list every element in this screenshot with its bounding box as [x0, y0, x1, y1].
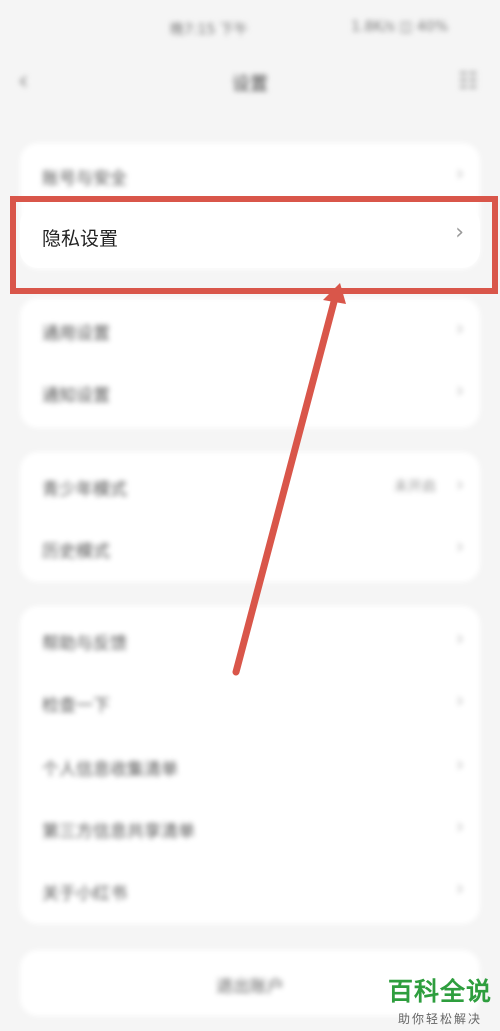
row-label: 帮助与反馈 [42, 634, 127, 654]
settings-row-help[interactable]: 帮助与反馈 › [20, 610, 480, 670]
chevron-right-icon: › [456, 161, 464, 185]
chevron-right-icon: › [456, 688, 464, 712]
watermark-subtitle: 助你轻松解决 [397, 1012, 482, 1026]
chevron-right-icon: › [456, 316, 464, 340]
settings-group-modes: 青少年模式 未开启 › 历史模式 › [20, 452, 480, 582]
row-label: 账号与安全 [42, 169, 127, 189]
row-label: 检查一下 [42, 696, 110, 716]
row-label: 第三方信息共享清单 [42, 822, 195, 842]
settings-row-check[interactable]: 检查一下 › [20, 672, 480, 732]
settings-group-general: 通用设置 › 通知设置 › [20, 298, 480, 428]
page-title: 设置 [232, 74, 268, 95]
chevron-right-icon: › [456, 626, 464, 650]
settings-row-history-mode[interactable]: 历史模式 › [20, 518, 480, 578]
chevron-right-icon: › [456, 752, 464, 776]
row-label: 关于小红书 [42, 884, 127, 904]
row-label: 青少年模式 [42, 480, 127, 500]
settings-row-general[interactable]: 通用设置 › [20, 300, 480, 360]
row-label: 历史模式 [42, 542, 110, 562]
chevron-right-icon: › [456, 876, 464, 900]
settings-group-info: 帮助与反馈 › 检查一下 › 个人信息收集清单 › 第三方信息共享清单 › 关于… [20, 606, 480, 924]
status-bar: 晚7:15 下午 1.8K/s ◫ 40% [0, 0, 500, 52]
status-time: 晚7:15 下午 [170, 22, 248, 38]
chevron-right-icon: › [456, 378, 464, 402]
settings-row-about[interactable]: 关于小红书 › [20, 860, 480, 920]
status-indicators: 1.8K/s ◫ 40% [351, 19, 448, 35]
menu-icon[interactable]: ☷ [458, 69, 478, 94]
chevron-right-icon: › [456, 534, 464, 558]
row-label: 通知设置 [42, 386, 110, 406]
settings-row-teen-mode[interactable]: 青少年模式 未开启 › [20, 456, 480, 516]
watermark-title: 百科全说 [387, 977, 492, 1006]
settings-row-notifications[interactable]: 通知设置 › [20, 362, 480, 422]
settings-row-third-party[interactable]: 第三方信息共享清单 › [20, 798, 480, 858]
row-label: 通用设置 [42, 324, 110, 344]
chevron-right-icon: › [456, 472, 464, 496]
watermark: 百科全说 助你轻松解决 [388, 972, 492, 1027]
settings-row-personal-info[interactable]: 个人信息收集清单 › [20, 736, 480, 796]
row-label: 个人信息收集清单 [42, 760, 178, 780]
nav-bar: ‹ 设置 ☷ [0, 52, 500, 112]
row-value: 未开启 [394, 479, 436, 495]
highlight-box [10, 196, 498, 294]
chevron-right-icon: › [456, 814, 464, 838]
